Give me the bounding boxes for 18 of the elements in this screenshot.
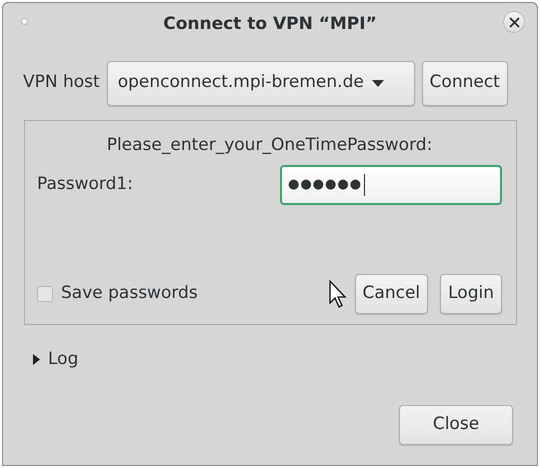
window-title: Connect to VPN “MPI” — [163, 13, 377, 36]
connect-button[interactable]: Connect — [422, 60, 508, 106]
prompt-text: Please_enter_your_OneTimePassword: — [106, 134, 434, 157]
log-expander[interactable]: Log — [33, 347, 78, 372]
expander-arrow-icon — [33, 354, 40, 366]
caret-icon — [372, 80, 384, 86]
host-label: VPN host — [23, 71, 100, 94]
checkbox-label: Save passwords — [61, 282, 198, 306]
window-dot — [21, 18, 28, 25]
dialog-button[interactable]: Login — [440, 274, 502, 314]
password-field[interactable]: ●●●●●● — [280, 164, 502, 204]
password-label: Password1: — [37, 172, 133, 196]
checkbox[interactable] — [37, 286, 53, 302]
host-dropdown[interactable]: openconnect.mpi-bremen.de — [106, 60, 415, 106]
pointer-icon — [328, 280, 347, 308]
close-icon[interactable] — [503, 11, 525, 33]
close-button[interactable]: Close — [399, 404, 513, 444]
dialog-button[interactable]: Cancel — [354, 274, 428, 314]
